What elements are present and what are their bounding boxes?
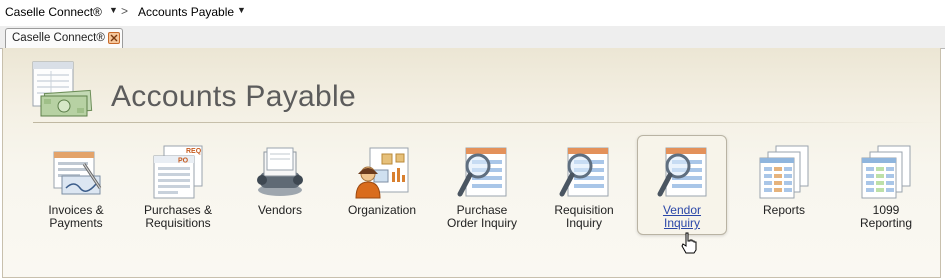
page-title: Accounts Payable [111,80,356,113]
rolodex-icon [257,147,303,196]
invoice-icon [53,151,102,195]
module-label: Vendor Inquiry [662,203,702,230]
module-label: Reports [762,203,806,217]
close-icon[interactable] [108,32,120,44]
magnifier-document-icon [559,147,609,197]
module-label: Purchase Order Inquiry [446,203,518,230]
module-label: Requisition Inquiry [554,203,614,230]
tab-label: Caselle Connect® [12,32,105,44]
magnifier-document-icon [657,147,707,197]
purchase-order-icon: REQ PO [153,145,203,199]
breadcrumb-separator: > [121,4,129,18]
module-requisition-inquiry[interactable]: Requisition Inquiry [539,136,629,236]
divider [33,122,938,123]
reports-icon [759,145,809,199]
chevron-down-icon[interactable]: ▼ [109,5,118,15]
module-vendors[interactable]: Vendors [235,136,325,236]
magnifier-document-icon [457,147,507,197]
module-label: 1099 Reporting [859,203,913,230]
organization-icon [355,147,409,199]
module-1099-reporting[interactable]: 1099 Reporting [841,136,931,236]
module-purchases-requisitions[interactable]: REQ PO Purchases & Requisitions [133,136,223,236]
svg-text:REQ: REQ [186,148,202,155]
module-label: Vendors [257,203,303,217]
module-organization[interactable]: Organization [337,136,427,236]
svg-text:PO: PO [178,158,189,165]
module-invoices-payments[interactable]: Invoices & Payments [31,136,121,236]
module-label: Organization [347,203,417,217]
main-panel: Accounts Payable Invoices & Payments REQ … [2,48,941,278]
module-purchase-order-inquiry[interactable]: Purchase Order Inquiry [437,136,527,236]
module-reports[interactable]: Reports [739,136,829,236]
chevron-down-icon[interactable]: ▼ [237,5,246,15]
tab-caselle-connect[interactable]: Caselle Connect® [5,28,123,48]
module-label: Invoices & Payments [48,203,104,230]
hand-cursor-icon [681,232,697,254]
accounts-payable-money-icon [32,61,93,117]
tab-strip: Caselle Connect® [0,26,945,49]
breadcrumb-current[interactable]: Accounts Payable [138,5,234,19]
reporting-1099-icon [861,145,911,199]
breadcrumb: Caselle Connect® ▼ > Accounts Payable ▼ [0,0,945,26]
module-vendor-inquiry[interactable]: Vendor Inquiry [637,135,727,235]
breadcrumb-root[interactable]: Caselle Connect® [5,5,102,19]
module-label: Purchases & Requisitions [143,203,213,230]
